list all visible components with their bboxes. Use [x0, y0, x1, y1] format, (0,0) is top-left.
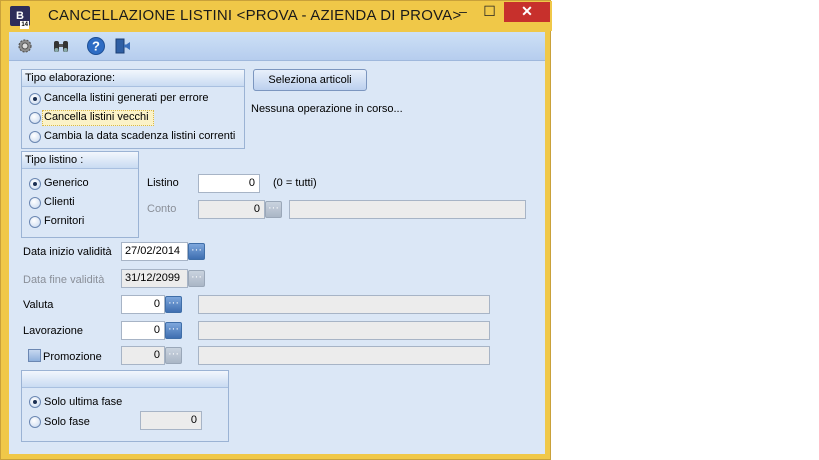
- maximize-button[interactable]: ☐: [476, 2, 503, 22]
- listino-field[interactable]: 0: [198, 174, 260, 193]
- radio-solo-fase[interactable]: [29, 416, 41, 428]
- radio-label: Cancella listini generati per errore: [44, 92, 209, 104]
- valuta-lookup-button[interactable]: ···: [165, 296, 182, 313]
- data-fine-field[interactable]: 31/12/2099: [121, 269, 188, 288]
- valuta-label: Valuta: [23, 299, 54, 311]
- calendar-button[interactable]: ···: [188, 270, 205, 287]
- svg-text:?: ?: [92, 39, 100, 54]
- data-inizio-field[interactable]: 27/02/2014: [121, 242, 188, 261]
- radio-label: Fornitori: [44, 215, 85, 227]
- radio-clienti[interactable]: [29, 197, 41, 209]
- radio-cambia-data[interactable]: [29, 131, 41, 143]
- client-area: Tipo elaborazione: Cancella listini gene…: [9, 61, 545, 454]
- radio-label: Cancella listini vecchi: [44, 111, 149, 123]
- lavorazione-field[interactable]: 0: [121, 321, 165, 340]
- promozione-label: Promozione: [43, 351, 102, 363]
- promozione-description: [198, 346, 490, 365]
- lavorazione-lookup-button[interactable]: ···: [165, 322, 182, 339]
- promozione-lookup-button[interactable]: ···: [165, 347, 182, 364]
- help-icon[interactable]: ?: [86, 36, 106, 56]
- main-window: B 14 CANCELLAZIONE LISTINI <PROVA - AZIEN…: [0, 0, 552, 460]
- conto-field[interactable]: 0: [198, 200, 265, 219]
- conto-label: Conto: [147, 203, 177, 215]
- radio-cancella-vecchi[interactable]: [29, 112, 41, 124]
- lavorazione-label: Lavorazione: [23, 325, 83, 337]
- listino-label: Listino: [147, 177, 179, 189]
- listino-hint: (0 = tutti): [273, 177, 317, 189]
- tipo-elaborazione-panel: Tipo elaborazione: Cancella listini gene…: [21, 69, 245, 149]
- calendar-button[interactable]: ···: [188, 243, 205, 260]
- exit-door-icon[interactable]: [113, 36, 133, 56]
- radio-label: Generico: [44, 177, 89, 189]
- valuta-description: [198, 295, 490, 314]
- radio-label: Solo ultima fase: [44, 396, 123, 408]
- solo-fase-field[interactable]: 0: [140, 411, 202, 430]
- minimize-button[interactable]: ‒: [450, 2, 476, 22]
- radio-cancella-errore[interactable]: [29, 93, 41, 105]
- radio-solo-ultima-fase[interactable]: [29, 396, 41, 408]
- fase-panel: Solo ultima fase Solo fase 0: [21, 370, 229, 442]
- app-icon[interactable]: B 14: [10, 6, 30, 29]
- title-bar[interactable]: B 14 CANCELLAZIONE LISTINI <PROVA - AZIEN…: [1, 1, 552, 31]
- data-fine-label: Data fine validità: [23, 274, 105, 286]
- window-title: CANCELLAZIONE LISTINI <PROVA - AZIENDA D…: [48, 7, 462, 24]
- conto-lookup-button[interactable]: ···: [265, 201, 282, 218]
- status-text: Nessuna operazione in corso...: [251, 103, 403, 115]
- data-inizio-label: Data inizio validità: [23, 246, 112, 258]
- radio-label: Solo fase: [44, 416, 90, 428]
- binoculars-icon[interactable]: [51, 36, 71, 56]
- lavorazione-description: [198, 321, 490, 340]
- seleziona-articoli-button[interactable]: Seleziona articoli: [253, 69, 367, 91]
- radio-fornitori[interactable]: [29, 216, 41, 228]
- tipo-listino-panel: Tipo listino : Generico Clienti Fornitor…: [21, 151, 139, 238]
- radio-generico[interactable]: [29, 178, 41, 190]
- valuta-field[interactable]: 0: [121, 295, 165, 314]
- conto-description: [289, 200, 526, 219]
- promozione-field[interactable]: 0: [121, 346, 165, 365]
- panel-title: Tipo listino :: [22, 152, 138, 169]
- gear-icon[interactable]: [15, 36, 35, 56]
- radio-label: Clienti: [44, 196, 75, 208]
- promozione-checkbox[interactable]: [28, 349, 41, 362]
- radio-label: Cambia la data scadenza listini correnti: [44, 130, 236, 142]
- close-button[interactable]: ✕: [504, 2, 550, 22]
- panel-header: [22, 371, 228, 388]
- panel-title: Tipo elaborazione:: [22, 70, 244, 87]
- toolbar: ?: [9, 32, 545, 61]
